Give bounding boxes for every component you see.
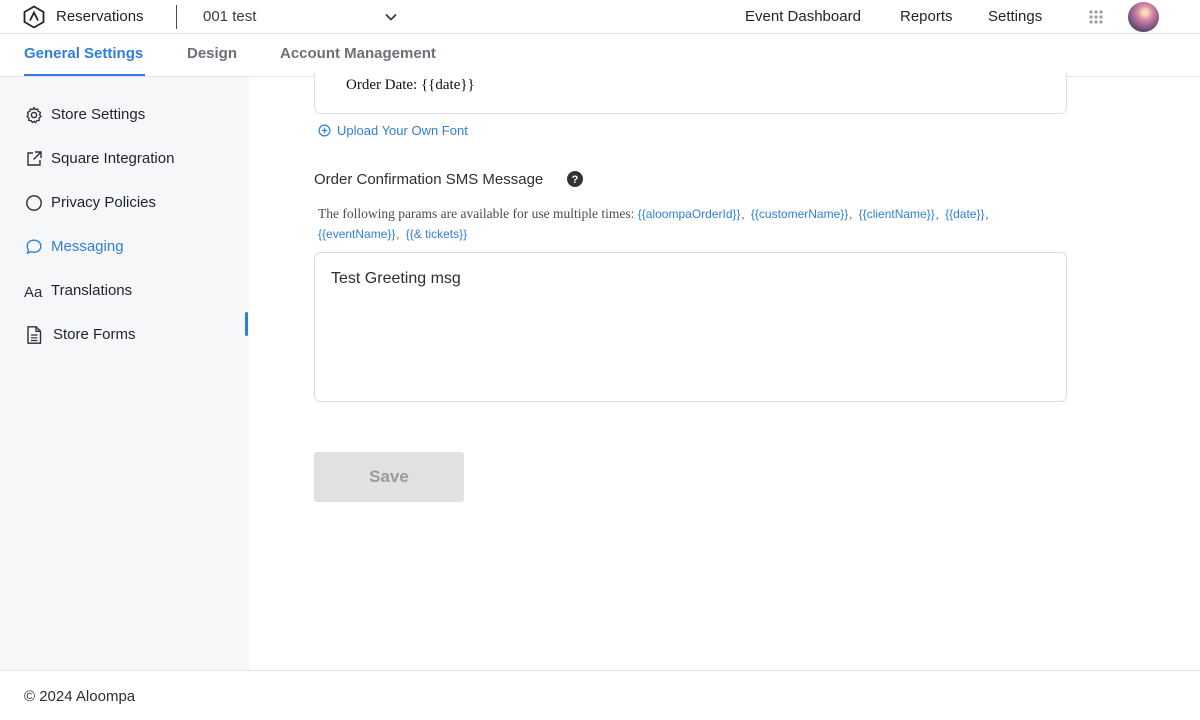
font-preview-box: Order Date: {{date}}: [314, 73, 1067, 114]
sidebar: Store Settings Square Integration Privac…: [0, 77, 249, 670]
tab-general-settings[interactable]: General Settings: [24, 45, 143, 62]
footer: © 2024 Aloompa: [0, 670, 1200, 720]
footer-copyright: © 2024 Aloompa: [24, 688, 136, 705]
nav-event-dashboard[interactable]: Event Dashboard: [745, 8, 861, 25]
help-icon[interactable]: ?: [567, 171, 583, 187]
params-intro: The following params are available for u…: [318, 206, 635, 221]
tab-account-management[interactable]: Account Management: [280, 45, 436, 62]
active-sidebar-indicator: [245, 312, 248, 336]
sidebar-item-label: Store Settings: [51, 106, 146, 123]
font-aa-icon: Aa: [24, 284, 43, 301]
param-token[interactable]: {{& tickets}}: [406, 227, 467, 241]
nav-reports[interactable]: Reports: [900, 8, 953, 25]
gear-icon: [26, 106, 42, 124]
param-separator: ,: [396, 227, 400, 241]
param-separator: ,: [849, 207, 853, 221]
active-tab-indicator: [24, 74, 145, 76]
aloompa-logo-icon[interactable]: [22, 5, 46, 29]
preview-token: {{date}}: [420, 77, 475, 93]
sidebar-item-store-settings[interactable]: Store Settings: [24, 103, 249, 127]
sidebar-item-store-forms[interactable]: Store Forms: [24, 323, 249, 347]
sidebar-item-square-integration[interactable]: Square Integration: [24, 147, 249, 171]
top-bar: Reservations 001 test Event Dashboard Re…: [0, 0, 1200, 34]
param-token[interactable]: {{clientName}}: [859, 207, 935, 221]
chat-bubble-icon: [26, 239, 42, 254]
apps-grid-icon[interactable]: [1088, 9, 1104, 25]
sidebar-item-translations[interactable]: Aa Translations: [24, 279, 249, 303]
settings-tabs: General Settings Design Account Manageme…: [0, 34, 1200, 77]
sidebar-item-privacy-policies[interactable]: Privacy Policies: [24, 191, 249, 215]
sms-message-value: Test Greeting msg: [331, 270, 461, 287]
sidebar-item-label: Privacy Policies: [51, 194, 157, 211]
sms-message-label: Order Confirmation SMS Message: [314, 171, 544, 188]
document-icon: [27, 326, 42, 344]
circle-icon: [26, 195, 42, 211]
param-token[interactable]: {{aloompaOrderId}}: [638, 207, 741, 221]
header-divider: [176, 5, 177, 29]
plus-circle-icon: [318, 124, 331, 137]
svg-text:Aa: Aa: [24, 284, 43, 301]
nav-settings[interactable]: Settings: [988, 8, 1042, 25]
app-title: Reservations: [56, 8, 144, 25]
upload-font-label: Upload Your Own Font: [337, 123, 468, 138]
params-help-text: The following params are available for u…: [318, 204, 1078, 244]
param-token[interactable]: {{date}}: [945, 207, 984, 221]
param-token[interactable]: {{eventName}}: [318, 227, 395, 241]
main-content: Order Date: {{date}} Upload Your Own Fon…: [249, 73, 1200, 670]
sidebar-item-label: Translations: [51, 282, 133, 299]
save-button[interactable]: Save: [314, 452, 464, 502]
sidebar-item-label: Store Forms: [53, 326, 136, 343]
external-link-icon: [27, 151, 42, 166]
param-separator: ,: [935, 207, 939, 221]
param-separator: ,: [741, 207, 745, 221]
preview-label: Order Date:: [346, 77, 418, 93]
sidebar-item-label: Square Integration: [51, 150, 175, 167]
param-token[interactable]: {{customerName}}: [751, 207, 848, 221]
tab-design[interactable]: Design: [187, 45, 237, 62]
chevron-down-icon[interactable]: [384, 10, 398, 24]
user-avatar[interactable]: [1128, 2, 1159, 32]
sidebar-item-messaging[interactable]: Messaging: [24, 235, 249, 259]
sidebar-item-label: Messaging: [51, 238, 124, 255]
param-separator: ,: [985, 207, 989, 221]
svg-text:?: ?: [572, 174, 579, 186]
sms-message-textarea[interactable]: Test Greeting msg: [314, 252, 1067, 402]
store-selector[interactable]: 001 test: [203, 8, 256, 25]
preview-order-date: Order Date: {{date}}: [346, 77, 475, 94]
